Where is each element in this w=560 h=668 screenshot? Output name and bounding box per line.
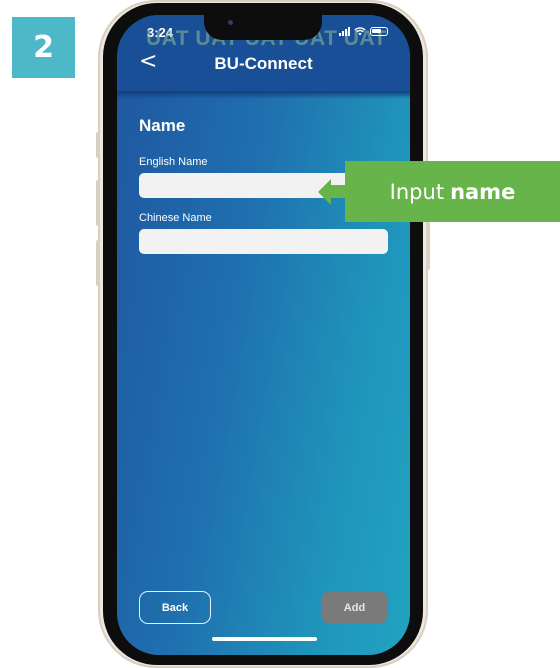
add-button[interactable]: Add [321, 591, 388, 624]
app-header: 3:24 UAT UAT UAT UAT UAT < BU-Connect [117, 15, 410, 91]
phone-notch [204, 15, 322, 40]
english-name-label: English Name [139, 156, 208, 168]
instruction-callout: Input name [345, 161, 560, 222]
phone-volume-up-button [96, 180, 100, 226]
home-indicator [212, 637, 317, 641]
header-shadow [117, 91, 410, 99]
chinese-name-label: Chinese Name [139, 212, 212, 224]
status-icons [339, 26, 388, 36]
battery-icon [370, 26, 388, 36]
wifi-icon [354, 27, 366, 36]
camera-dot-icon [228, 20, 233, 25]
back-button[interactable]: Back [139, 591, 211, 624]
section-title-name: Name [139, 116, 186, 135]
step-number-badge: 2 [12, 17, 75, 78]
chinese-name-input[interactable] [139, 229, 388, 254]
app-screen: 3:24 UAT UAT UAT UAT UAT < BU-Connect Na… [117, 15, 410, 655]
phone-volume-down-button [96, 240, 100, 286]
page-title: BU-Connect [214, 54, 313, 73]
callout-text-bold: name [450, 179, 516, 204]
callout-text-prefix: Input [389, 179, 445, 204]
callout-arrow-shaft [330, 185, 346, 198]
signal-icon [339, 26, 350, 36]
phone-side-button [96, 132, 100, 158]
